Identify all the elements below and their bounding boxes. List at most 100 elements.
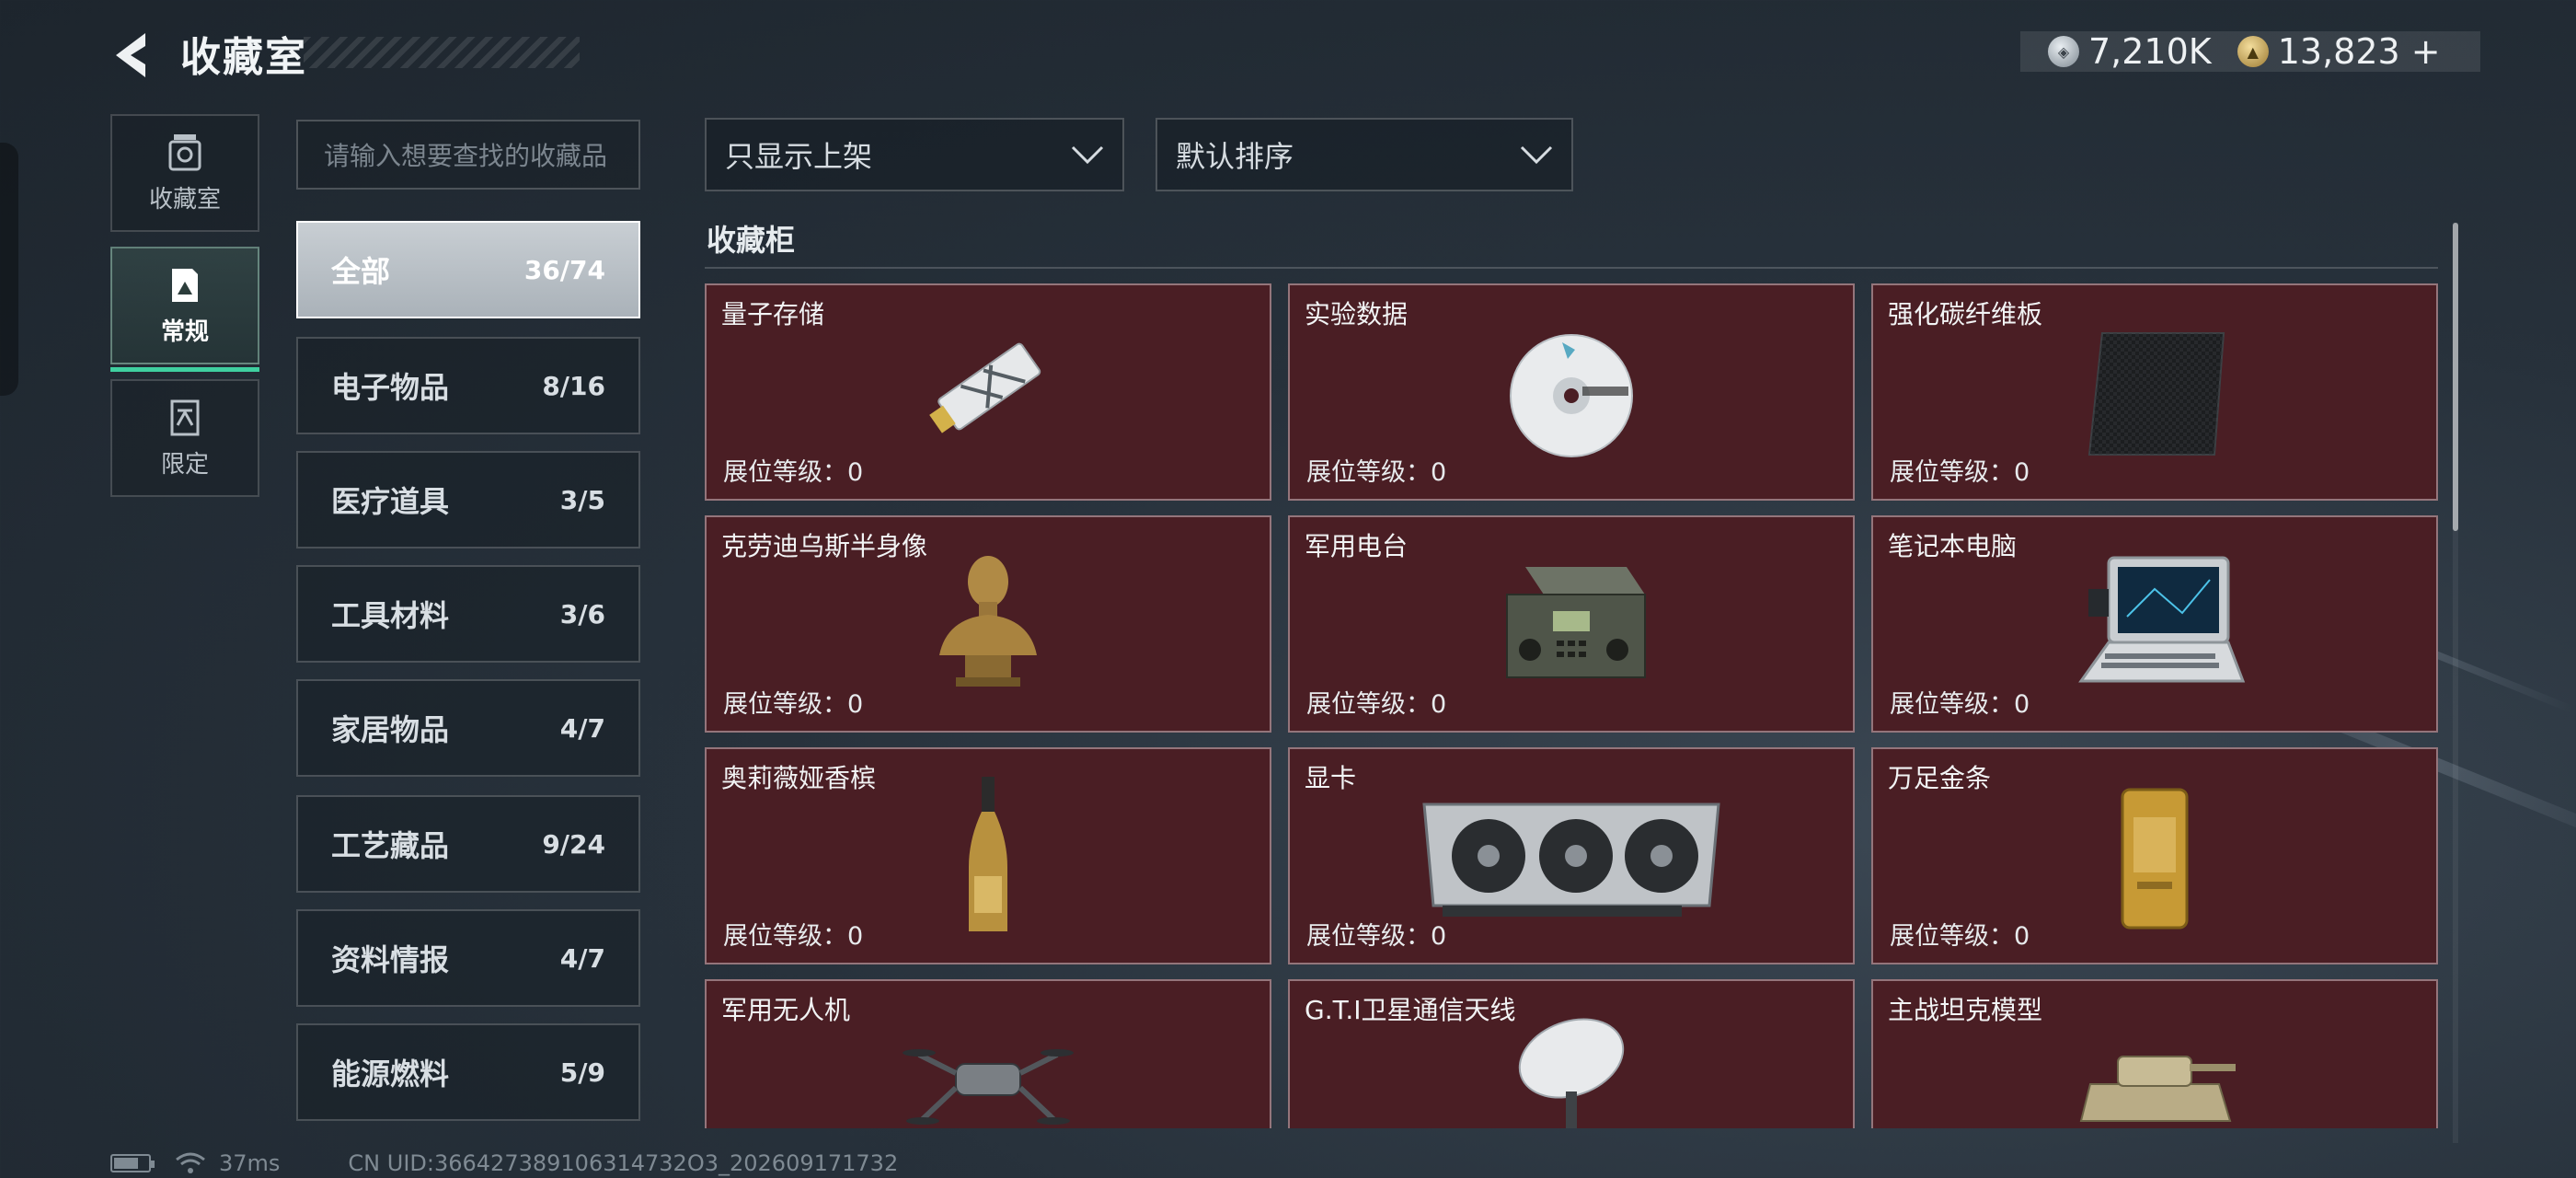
category-crafts[interactable]: 工艺藏品 9/24 — [296, 795, 640, 893]
nav-vault-label: 收藏室 — [148, 185, 221, 214]
item-card[interactable]: 实验数据 展位等级：0 — [1288, 283, 1855, 501]
item-level-label: 展位等级： — [1306, 458, 1431, 487]
currency-gold-value: 13,823 — [2277, 31, 2400, 72]
item-level-value: 0 — [2014, 922, 2030, 951]
silver-coin-icon: ◈ — [2048, 36, 2079, 67]
top-bar: 收藏室 ◈ 7,210K ▲ 13,823 + — [0, 0, 2576, 106]
champagne-bottle-icon — [969, 777, 1007, 931]
currency-silver: ◈ 7,210K — [2048, 31, 2212, 72]
item-name: 克劳迪乌斯半身像 — [721, 531, 928, 561]
chevron-down-icon — [1520, 145, 1553, 165]
item-name: 奥莉薇娅香槟 — [721, 763, 877, 793]
nav-vault[interactable]: 收藏室 — [110, 114, 259, 232]
item-level-value: 0 — [847, 922, 864, 951]
item-level-label: 展位等级： — [723, 458, 847, 487]
category-count: 3/6 — [559, 598, 605, 629]
item-card[interactable]: 军用无人机 — [705, 979, 1271, 1128]
back-button[interactable] — [109, 28, 164, 83]
item-name: 万足金条 — [1888, 763, 1992, 793]
sort-value: 默认排序 — [1176, 139, 1294, 174]
item-level-value: 0 — [2014, 458, 2030, 487]
laptop-icon — [2078, 556, 2246, 683]
nav-limited[interactable]: 限定 — [110, 379, 259, 497]
item-card[interactable]: 显卡 展位等级：0 — [1288, 747, 1855, 964]
item-name: 量子存储 — [721, 299, 825, 329]
category-count: 8/16 — [542, 370, 605, 401]
nav-regular-label: 常规 — [160, 318, 209, 346]
category-name: 能源燃料 — [331, 1057, 450, 1091]
item-level-value: 0 — [1431, 922, 1447, 951]
display-filter-dropdown[interactable]: 只显示上架 — [705, 118, 1124, 191]
item-card[interactable]: 量子存储 展位等级：0 — [705, 283, 1271, 501]
sort-dropdown[interactable]: 默认排序 — [1156, 118, 1573, 191]
item-card[interactable]: 笔记本电脑 展位等级：0 — [1871, 515, 2438, 733]
category-household[interactable]: 家居物品 4/7 — [296, 679, 640, 777]
gold-bar-icon — [2121, 788, 2189, 930]
category-all[interactable]: 全部 36/74 — [296, 221, 640, 318]
category-energy[interactable]: 能源燃料 5/9 — [296, 1023, 640, 1121]
radio-icon — [1506, 567, 1646, 678]
item-card[interactable]: 军用电台 展位等级：0 — [1288, 515, 1855, 733]
bust-statue-icon — [939, 556, 1037, 687]
category-tools[interactable]: 工具材料 3/6 — [296, 565, 640, 663]
item-level: 展位等级：0 — [1890, 684, 2030, 720]
category-intel[interactable]: 资料情报 4/7 — [296, 909, 640, 1007]
category-medical[interactable]: 医疗道具 3/5 — [296, 451, 640, 549]
usb-drive-icon — [929, 342, 1041, 433]
item-level-label: 展位等级： — [1890, 458, 2014, 487]
section-divider — [705, 267, 2438, 269]
item-card[interactable]: 强化碳纤维板 展位等级：0 — [1871, 283, 2438, 501]
category-count: 36/74 — [523, 254, 605, 285]
item-level-label: 展位等级： — [1890, 690, 2014, 719]
item-level: 展位等级：0 — [1306, 452, 1446, 488]
carbon-plate-icon — [2087, 332, 2225, 456]
item-card[interactable]: G.T.I卫星通信天线 — [1288, 979, 1855, 1128]
nav-regular[interactable]: 常规 — [110, 247, 259, 372]
gold-coin-icon: ▲ — [2237, 36, 2269, 67]
item-level: 展位等级：0 — [723, 684, 863, 720]
item-level: 展位等级：0 — [1890, 916, 2030, 952]
regular-card-icon — [172, 268, 198, 302]
page-title-wrap: 收藏室 — [180, 28, 307, 81]
collection-grid: 量子存储 展位等级：0 实验数据 展位等级：0 强化碳纤维板 展位等级：0 克劳… — [705, 283, 2440, 1128]
tank-model-icon — [2079, 1056, 2236, 1122]
category-electronics[interactable]: 电子物品 8/16 — [296, 337, 640, 434]
item-name: 显卡 — [1305, 763, 1357, 793]
item-level-label: 展位等级： — [723, 690, 847, 719]
item-name: 军用电台 — [1305, 531, 1409, 561]
item-card[interactable]: 克劳迪乌斯半身像 展位等级：0 — [705, 515, 1271, 733]
category-name: 电子物品 — [331, 370, 450, 405]
item-level: 展位等级：0 — [723, 452, 863, 488]
currency-gold[interactable]: ▲ 13,823 + — [2237, 31, 2441, 72]
item-level-label: 展位等级： — [723, 922, 847, 951]
add-currency-button[interactable]: + — [2411, 31, 2441, 72]
drone-icon — [903, 1049, 1074, 1125]
disc-icon — [1510, 334, 1633, 457]
satellite-dish-icon — [1518, 1018, 1625, 1128]
item-level-value: 0 — [847, 458, 864, 487]
item-level-label: 展位等级： — [1306, 922, 1431, 951]
item-name: G.T.I卫星通信天线 — [1305, 995, 1516, 1025]
nav-limited-label: 限定 — [160, 450, 209, 479]
status-bar: 37ms CN UID:366427389106314732O3_2026091… — [110, 1150, 898, 1176]
wifi-icon — [176, 1152, 205, 1173]
category-name: 家居物品 — [331, 712, 450, 747]
vault-icon — [168, 133, 201, 170]
back-arrow-icon — [116, 33, 145, 77]
chevron-down-icon — [1071, 145, 1104, 165]
category-name: 工具材料 — [331, 598, 450, 633]
section-title: 收藏柜 — [707, 223, 796, 258]
item-level-value: 0 — [1431, 690, 1447, 719]
search-input[interactable]: 请输入想要查找的收藏品 — [296, 120, 640, 190]
item-name: 实验数据 — [1305, 299, 1409, 329]
item-card[interactable]: 奥莉薇娅香槟 展位等级：0 — [705, 747, 1271, 964]
item-level: 展位等级：0 — [1306, 684, 1446, 720]
category-name: 资料情报 — [331, 942, 450, 977]
category-name: 医疗道具 — [331, 484, 450, 519]
item-name: 主战坦克模型 — [1888, 995, 2043, 1025]
item-card[interactable]: 主战坦克模型 — [1871, 979, 2438, 1128]
graphics-card-icon — [1422, 803, 1720, 917]
scrollbar-thumb[interactable] — [2453, 223, 2458, 531]
item-name: 强化碳纤维板 — [1888, 299, 2043, 329]
item-card[interactable]: 万足金条 展位等级：0 — [1871, 747, 2438, 964]
